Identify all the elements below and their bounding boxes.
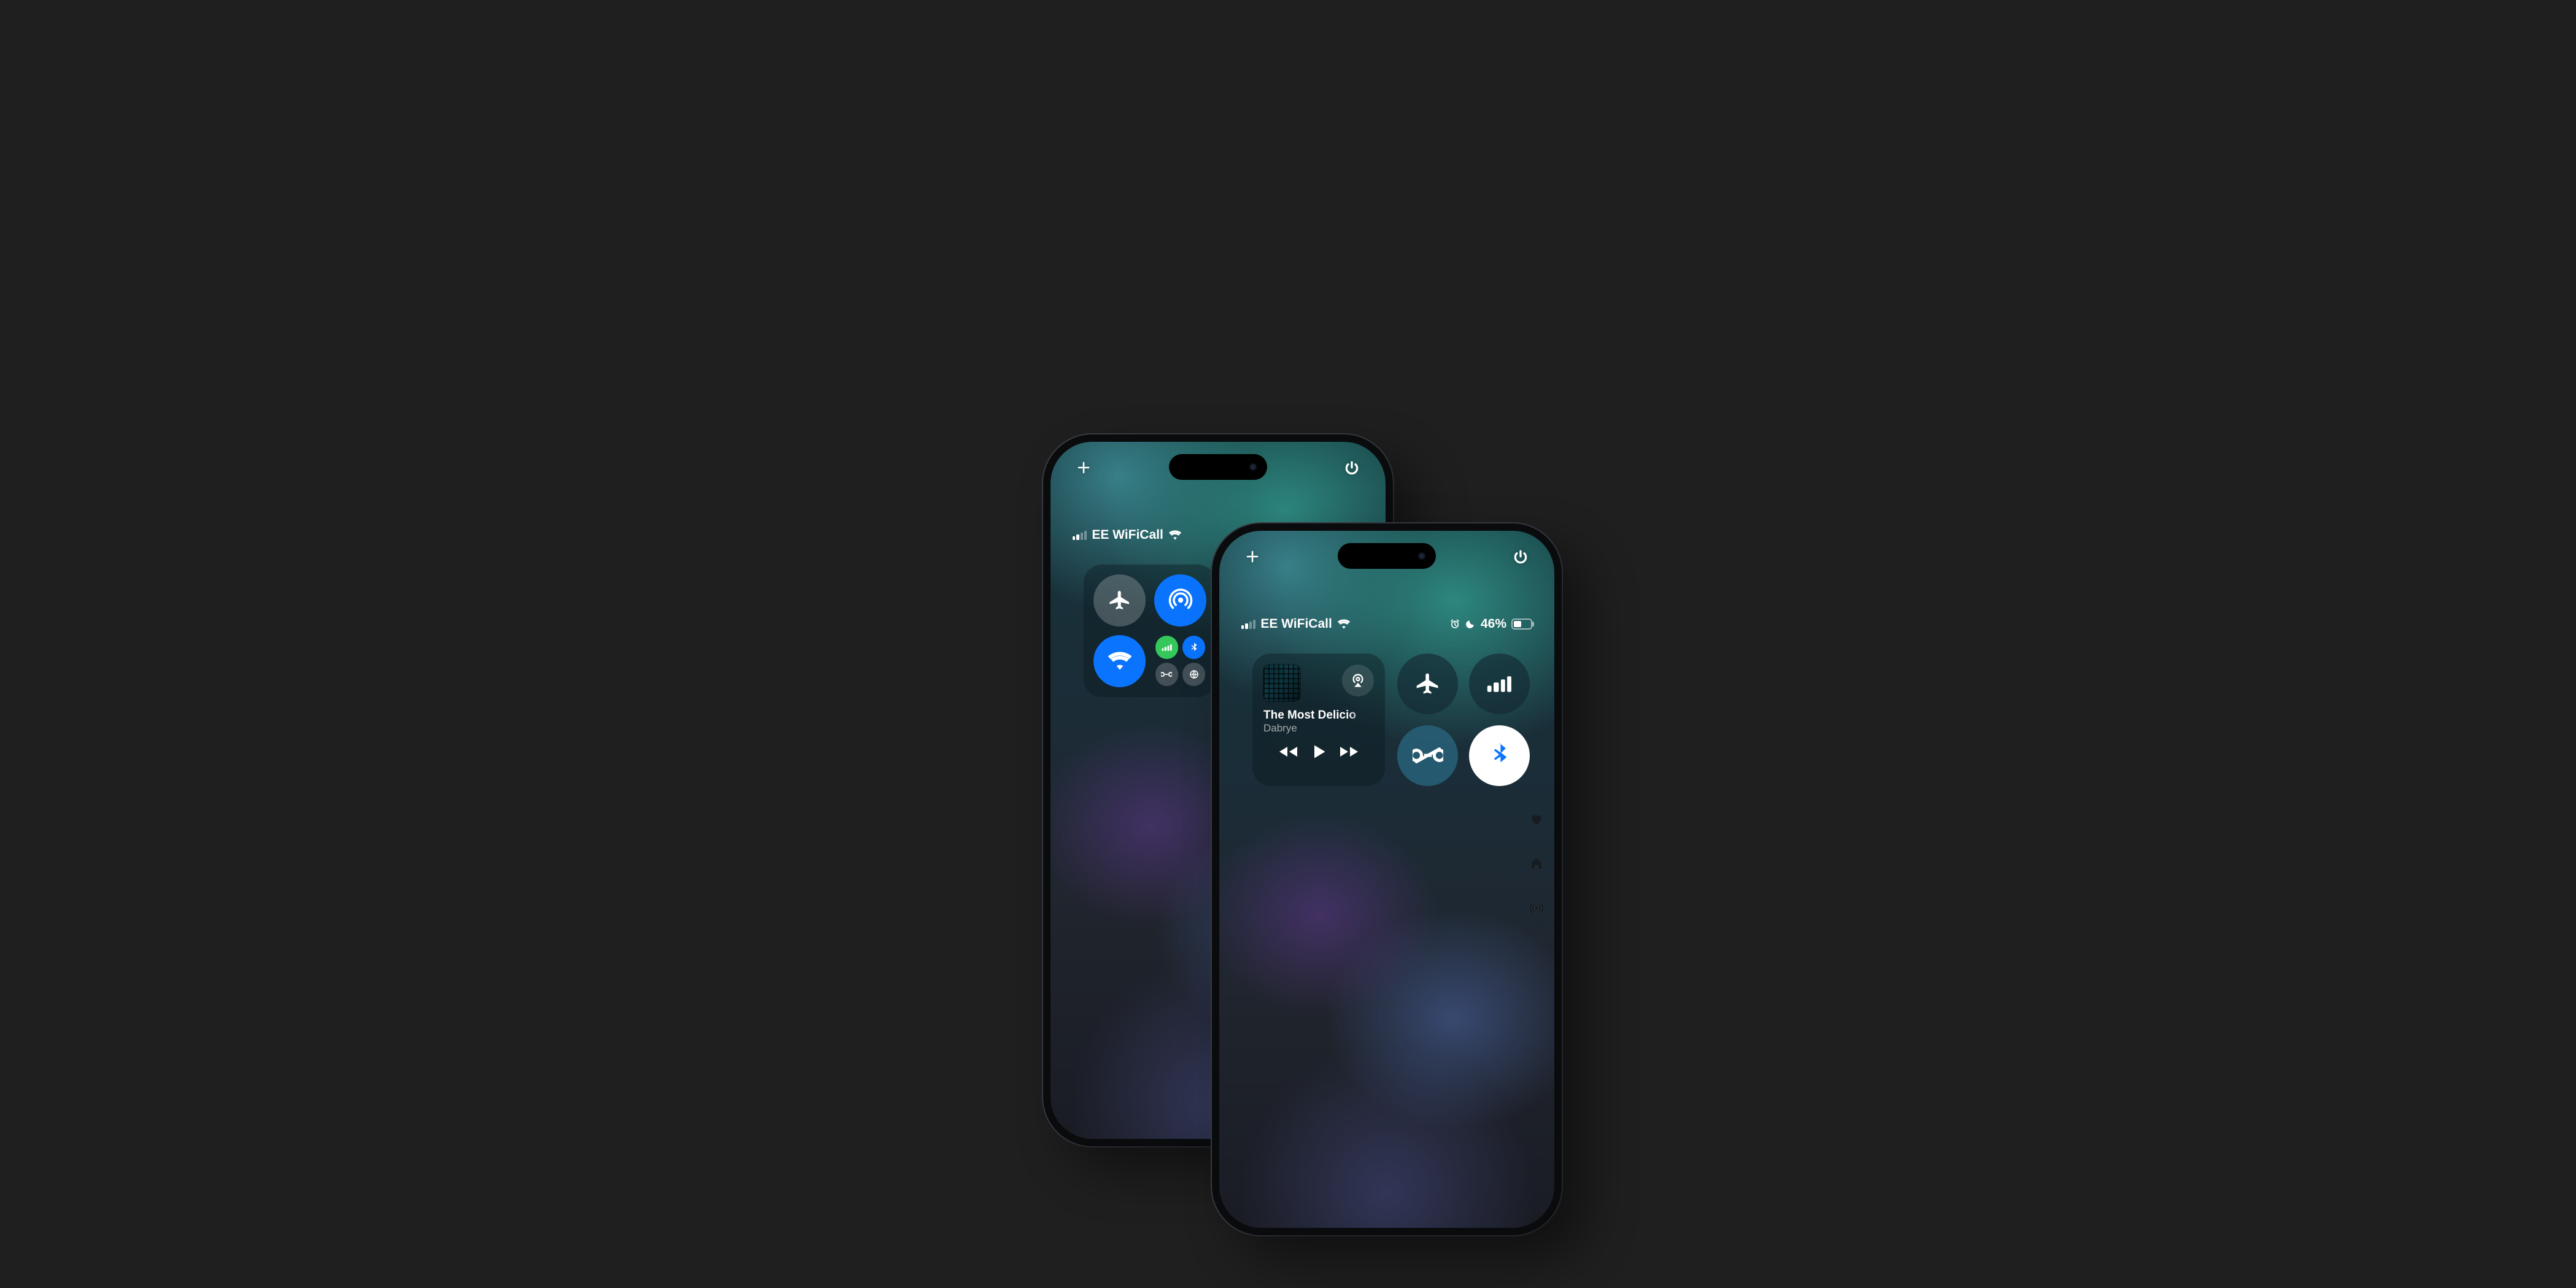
next-track-button[interactable] — [1339, 744, 1360, 759]
cellular-data-toggle[interactable] — [1469, 654, 1530, 714]
now-playing-module[interactable]: The Most Delicio Dabrye — [1252, 654, 1385, 786]
airplane-mode-toggle[interactable] — [1397, 654, 1458, 714]
personal-hotspot-toggle[interactable] — [1397, 725, 1458, 786]
airdrop-icon — [1168, 587, 1194, 613]
track-artist: Dabrye — [1263, 722, 1374, 735]
carrier-label: EE WiFiCall — [1092, 528, 1163, 542]
home-icon[interactable] — [1530, 857, 1543, 873]
album-artwork — [1263, 665, 1300, 701]
fast-forward-icon — [1339, 744, 1360, 759]
bluetooth-toggle[interactable] — [1469, 725, 1530, 786]
control-center-topbar — [1219, 549, 1554, 565]
connectivity-mini-grid[interactable] — [1154, 635, 1206, 687]
cellular-bars-icon — [1487, 675, 1512, 692]
airplay-icon — [1349, 672, 1367, 689]
connectivity-module[interactable] — [1084, 565, 1216, 697]
hotspot-off-icon — [1413, 746, 1443, 765]
power-icon — [1344, 460, 1360, 476]
phone-mockup-right: EE WiFiCall 46% — [1212, 523, 1562, 1235]
power-off-button[interactable] — [1513, 549, 1529, 565]
hotspot-icon — [1161, 671, 1172, 678]
bluetooth-toggle[interactable] — [1182, 636, 1205, 658]
wifi-icon — [1107, 650, 1133, 671]
wifi-toggle[interactable] — [1093, 635, 1146, 687]
airplay-button[interactable] — [1342, 665, 1374, 696]
airdrop-toggle[interactable] — [1154, 574, 1206, 627]
plus-icon — [1076, 460, 1091, 475]
battery-icon — [1511, 619, 1532, 630]
control-center-screen: EE WiFiCall 46% — [1219, 531, 1554, 1228]
wifi-icon — [1168, 530, 1182, 541]
bluetooth-icon — [1489, 742, 1510, 769]
radio-icon[interactable] — [1530, 901, 1543, 918]
add-controls-button[interactable] — [1076, 460, 1091, 476]
power-off-button[interactable] — [1344, 460, 1360, 476]
cellular-bars-icon — [1162, 644, 1171, 650]
airplane-icon — [1414, 670, 1441, 697]
alarm-icon — [1449, 619, 1460, 630]
bluetooth-icon — [1189, 642, 1200, 653]
add-controls-button[interactable] — [1245, 549, 1260, 565]
globe-icon — [1189, 669, 1200, 680]
status-bar: EE WiFiCall 46% — [1219, 617, 1554, 631]
play-icon — [1310, 743, 1327, 760]
signal-strength-icon — [1073, 530, 1087, 540]
carrier-label: EE WiFiCall — [1260, 617, 1332, 631]
heart-icon[interactable] — [1530, 813, 1543, 828]
wifi-icon — [1337, 619, 1351, 630]
play-button[interactable] — [1310, 743, 1327, 760]
rewind-icon — [1278, 744, 1298, 759]
power-icon — [1513, 549, 1529, 565]
vpn-toggle[interactable] — [1182, 663, 1205, 685]
plus-icon — [1245, 549, 1260, 564]
airplane-mode-toggle[interactable] — [1093, 574, 1146, 627]
connectivity-grid — [1397, 654, 1530, 786]
personal-hotspot-toggle[interactable] — [1155, 663, 1178, 685]
signal-strength-icon — [1241, 619, 1255, 629]
control-center-page-indicator[interactable] — [1530, 813, 1543, 918]
control-center-topbar — [1051, 460, 1386, 476]
airplane-icon — [1108, 588, 1132, 612]
do-not-disturb-icon — [1465, 619, 1476, 629]
cellular-data-toggle[interactable] — [1155, 636, 1178, 658]
track-title: The Most Delicio — [1263, 709, 1374, 722]
battery-percent: 46% — [1481, 617, 1506, 631]
previous-track-button[interactable] — [1278, 744, 1298, 759]
